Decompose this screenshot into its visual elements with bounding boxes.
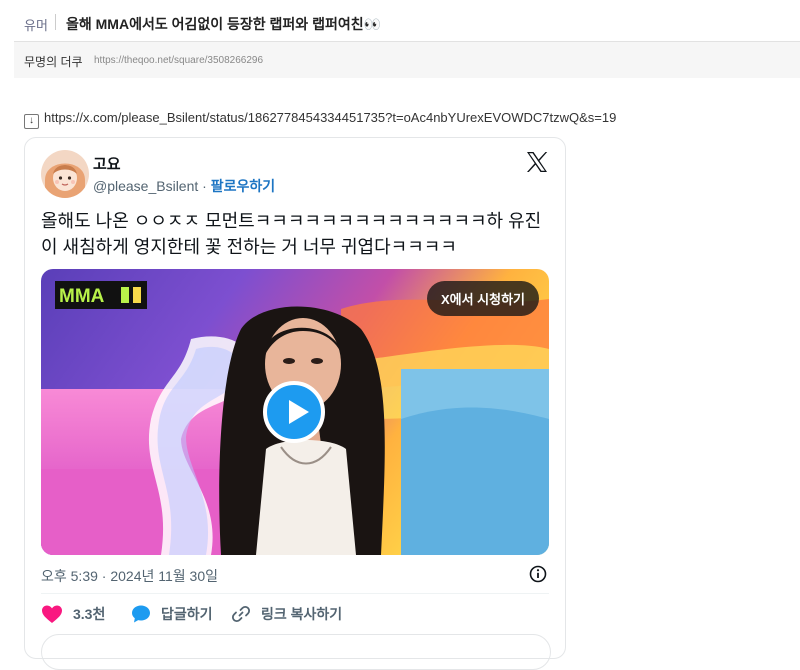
down-arrow-icon: ↓ xyxy=(24,114,39,129)
user-handle[interactable]: @please_Bsilent xyxy=(93,178,198,194)
post-author: 무명의 더쿠 xyxy=(24,55,83,69)
tweet-card: 고요 @please_Bsilent · 팔로우하기 올해도 나온 ㅇㅇㅈㅈ 모… xyxy=(24,137,566,670)
like-button[interactable]: 3.3천 xyxy=(41,604,105,624)
link-icon xyxy=(231,605,251,623)
reply-label: 답글하기 xyxy=(161,606,213,622)
play-button[interactable] xyxy=(263,381,325,443)
like-count: 3.3천 xyxy=(73,606,106,622)
avatar[interactable] xyxy=(41,150,89,198)
post-category[interactable]: 유머 xyxy=(24,15,48,34)
post-meta: 무명의 더쿠 https://theqoo.net/square/3508266… xyxy=(14,42,800,78)
post-title: 올해 MMA에서도 어김없이 등장한 랩퍼와 랩퍼여친👀 xyxy=(66,16,382,32)
heart-icon xyxy=(42,605,62,623)
handle-row: @please_Bsilent · 팔로우하기 xyxy=(93,176,275,196)
embedded-link: ↓ https://x.com/please_Bsilent/status/186… xyxy=(24,110,616,129)
tweet-link[interactable]: https://x.com/please_Bsilent/status/1862… xyxy=(44,110,616,125)
reply-bubble-icon xyxy=(132,605,150,623)
info-icon[interactable] xyxy=(529,565,547,583)
post-header: 유머 올해 MMA에서도 어김없이 등장한 랩퍼와 랩퍼여친👀 xyxy=(0,0,800,42)
read-replies-button[interactable] xyxy=(41,634,551,670)
watch-on-x-button[interactable]: X에서 시청하기 xyxy=(426,281,539,316)
x-logo-icon[interactable] xyxy=(525,150,549,174)
reply-button[interactable]: 답글하기 xyxy=(131,604,213,624)
copy-link-button[interactable]: 링크 복사하기 xyxy=(231,604,342,624)
category-divider xyxy=(55,14,56,30)
mma-logo-text: MMA xyxy=(59,286,105,307)
follow-button[interactable]: 팔로우하기 xyxy=(211,178,275,194)
tweet-text: 올해도 나온 ㅇㅇㅈㅈ 모먼트ㅋㅋㅋㅋㅋㅋㅋㅋㅋㅋㅋㅋㅋㅋ하 유진이 새침하게 … xyxy=(41,211,542,257)
display-name[interactable]: 고요 xyxy=(93,153,121,174)
tweet-timestamp[interactable]: 오후 5:39 · 2024년 11월 30일 xyxy=(41,566,218,586)
video-player[interactable]: MMA X에서 시청하기 xyxy=(41,269,549,555)
copy-link-label: 링크 복사하기 xyxy=(261,606,343,622)
separator-dot: · xyxy=(202,178,207,194)
post-url[interactable]: https://theqoo.net/square/3508266296 xyxy=(94,55,263,66)
action-divider xyxy=(41,593,549,594)
